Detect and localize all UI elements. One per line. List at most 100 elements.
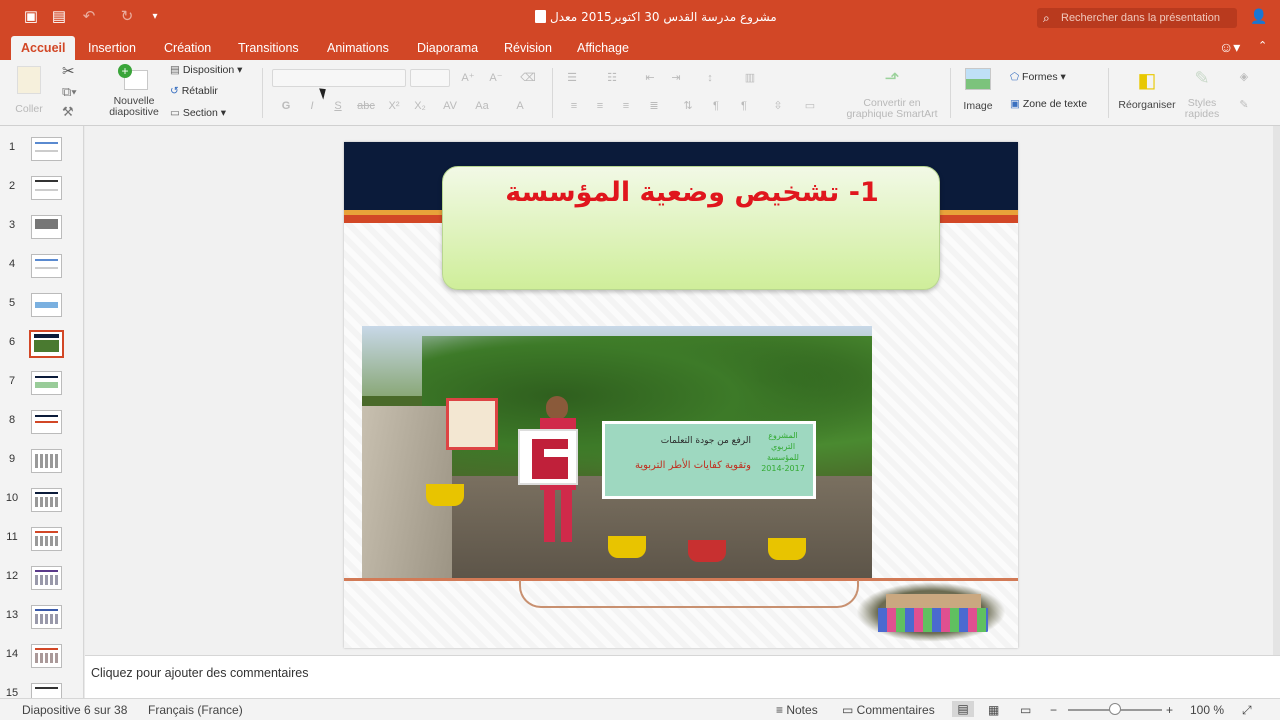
- clear-format-icon[interactable]: ⌫: [518, 69, 538, 87]
- quick-styles-button[interactable]: ✎ Styles rapides: [1182, 68, 1222, 120]
- decrease-indent-icon[interactable]: ⇤: [640, 69, 660, 87]
- fit-to-window-icon[interactable]: ⤢: [1242, 703, 1252, 718]
- font-name-select[interactable]: [272, 69, 406, 87]
- sidebar-toggle-icon[interactable]: ▣: [22, 8, 40, 26]
- vertical-scrollbar[interactable]: [1273, 126, 1280, 655]
- convert-smartart-button[interactable]: ⬏ Convertir en graphique SmartArt: [840, 68, 944, 120]
- share-icon[interactable]: 👤: [1250, 8, 1267, 25]
- tab-revision[interactable]: Révision: [504, 36, 552, 60]
- photo-flower-pot: [768, 538, 806, 560]
- tab-creation[interactable]: Création: [164, 36, 211, 60]
- shape-fill-icon[interactable]: ◈: [1234, 68, 1254, 86]
- shapes-button[interactable]: ⬠ Formes ▾: [1010, 71, 1066, 83]
- thumbnail-11[interactable]: 11: [0, 527, 83, 566]
- tab-animations[interactable]: Animations: [327, 36, 389, 60]
- format-painter-icon[interactable]: ⚒: [62, 104, 74, 120]
- zoom-in-icon[interactable]: +: [1166, 703, 1173, 717]
- thumbnail-10[interactable]: 10: [0, 488, 83, 527]
- comments-toggle[interactable]: ▭ Commentaires: [842, 703, 935, 717]
- thumbnail-5[interactable]: 5: [0, 293, 83, 332]
- copy-icon[interactable]: ⧉▾: [62, 84, 77, 100]
- bullets-icon[interactable]: ☰: [562, 69, 582, 87]
- cut-icon[interactable]: ✂: [62, 62, 75, 80]
- slide-title-box[interactable]: 1- تشخيص وضعية المؤسسة: [442, 166, 940, 290]
- thumbnail-3[interactable]: 3: [0, 215, 83, 254]
- notes-pane[interactable]: Cliquez pour ajouter des commentaires: [85, 655, 1280, 698]
- zoom-out-icon[interactable]: −: [1050, 703, 1057, 717]
- thumbnail-4[interactable]: 4: [0, 254, 83, 293]
- text-box-options-icon[interactable]: ▭: [800, 97, 820, 115]
- arrange-button[interactable]: ◧ Réorganiser: [1116, 68, 1178, 111]
- tab-insertion[interactable]: Insertion: [88, 36, 136, 60]
- align-left-icon[interactable]: ≡: [564, 97, 584, 115]
- search-placeholder: Rechercher dans la présentation: [1061, 12, 1220, 24]
- increase-indent-icon[interactable]: ⇥: [666, 69, 686, 87]
- tab-transitions[interactable]: Transitions: [238, 36, 299, 60]
- bold-icon[interactable]: G: [276, 97, 296, 115]
- slide-sorter-icon[interactable]: ▦: [988, 703, 999, 717]
- font-color-icon[interactable]: A: [510, 97, 530, 115]
- line-spacing-icon[interactable]: ↕: [700, 69, 720, 87]
- emoji-feedback-icon[interactable]: ☺▾: [1219, 39, 1240, 56]
- image-button[interactable]: Image: [956, 68, 1000, 112]
- reset-button[interactable]: ↺ Rétablir: [170, 85, 218, 97]
- customize-toolbar-icon[interactable]: ▾: [146, 8, 164, 26]
- thumbnail-1[interactable]: 1: [0, 137, 83, 176]
- thumbnail-15[interactable]: 15: [0, 683, 83, 698]
- school-garden-photo[interactable]: الرفع من جودة التعلمات وتقوية كفايات الأ…: [362, 326, 872, 581]
- numbering-icon[interactable]: ☷: [602, 69, 622, 87]
- align-center-icon[interactable]: ≡: [590, 97, 610, 115]
- shrink-font-icon[interactable]: A⁻: [486, 69, 506, 87]
- tab-affichage[interactable]: Affichage: [577, 36, 629, 60]
- layout-button[interactable]: ▤ Disposition ▾: [170, 64, 242, 76]
- search-input[interactable]: ⌕ Rechercher dans la présentation: [1037, 8, 1237, 28]
- shape-outline-icon[interactable]: ✎: [1234, 96, 1254, 114]
- reading-view-icon[interactable]: ▭: [1020, 703, 1031, 717]
- subscript-icon[interactable]: X₂: [410, 97, 430, 115]
- language-indicator[interactable]: Français (France): [148, 703, 243, 717]
- paste-button[interactable]: Coller: [12, 66, 46, 115]
- current-slide[interactable]: 1- تشخيص وضعية المؤسسة الرفع من جودة الت…: [344, 142, 1018, 648]
- strikethrough-icon[interactable]: abc: [356, 97, 376, 115]
- thumbnail-13[interactable]: 13: [0, 605, 83, 644]
- tab-accueil[interactable]: Accueil: [11, 36, 76, 60]
- thumbnail-2[interactable]: 2: [0, 176, 83, 215]
- save-icon[interactable]: ▤: [50, 8, 68, 26]
- thumbnail-6[interactable]: 6: [0, 330, 83, 371]
- redo-icon[interactable]: ↻: [118, 8, 136, 26]
- thumbnail-7[interactable]: 7: [0, 371, 83, 410]
- rtl-icon[interactable]: ¶: [734, 97, 754, 115]
- grow-font-icon[interactable]: A⁺: [458, 69, 478, 87]
- thumbnail-12[interactable]: 12: [0, 566, 83, 605]
- align-right-icon[interactable]: ≡: [616, 97, 636, 115]
- ltr-icon[interactable]: ¶: [706, 97, 726, 115]
- section-button[interactable]: ▭ Section ▾: [170, 107, 226, 119]
- font-size-select[interactable]: [410, 69, 450, 87]
- textbox-button[interactable]: ▣ Zone de texte: [1010, 98, 1087, 110]
- thumbnail-8[interactable]: 8: [0, 410, 83, 449]
- undo-icon[interactable]: ↶: [80, 8, 98, 26]
- thumbnail-14[interactable]: 14: [0, 644, 83, 683]
- align-text-icon[interactable]: ⇳: [768, 97, 788, 115]
- collapse-ribbon-icon[interactable]: ⌃: [1258, 39, 1267, 52]
- change-case-icon[interactable]: Aa: [472, 97, 492, 115]
- arrange-icon: ◧: [1137, 70, 1157, 92]
- thumbnail-9[interactable]: 9: [0, 449, 83, 488]
- italic-icon[interactable]: I: [302, 97, 322, 115]
- new-slide-button[interactable]: + Nouvelle diapositive: [104, 64, 164, 118]
- school-building-image[interactable]: [856, 582, 1006, 642]
- zoom-slider-knob[interactable]: [1109, 703, 1121, 715]
- columns-icon[interactable]: ▥: [740, 69, 760, 87]
- underline-icon[interactable]: S: [328, 97, 348, 115]
- char-spacing-icon[interactable]: AV: [440, 97, 460, 115]
- superscript-icon[interactable]: X²: [384, 97, 404, 115]
- thumbnail-image: [31, 254, 62, 278]
- justify-icon[interactable]: ≣: [644, 97, 664, 115]
- tab-diaporama[interactable]: Diaporama: [417, 36, 478, 60]
- thumbnail-image: [31, 488, 62, 512]
- notes-toggle[interactable]: ≡ Notes: [776, 703, 818, 717]
- normal-view-icon[interactable]: ▤: [952, 701, 974, 717]
- zoom-level[interactable]: 100 %: [1190, 703, 1224, 717]
- text-direction-icon[interactable]: ⇅: [678, 97, 698, 115]
- thumbnail-number: 15: [5, 687, 19, 698]
